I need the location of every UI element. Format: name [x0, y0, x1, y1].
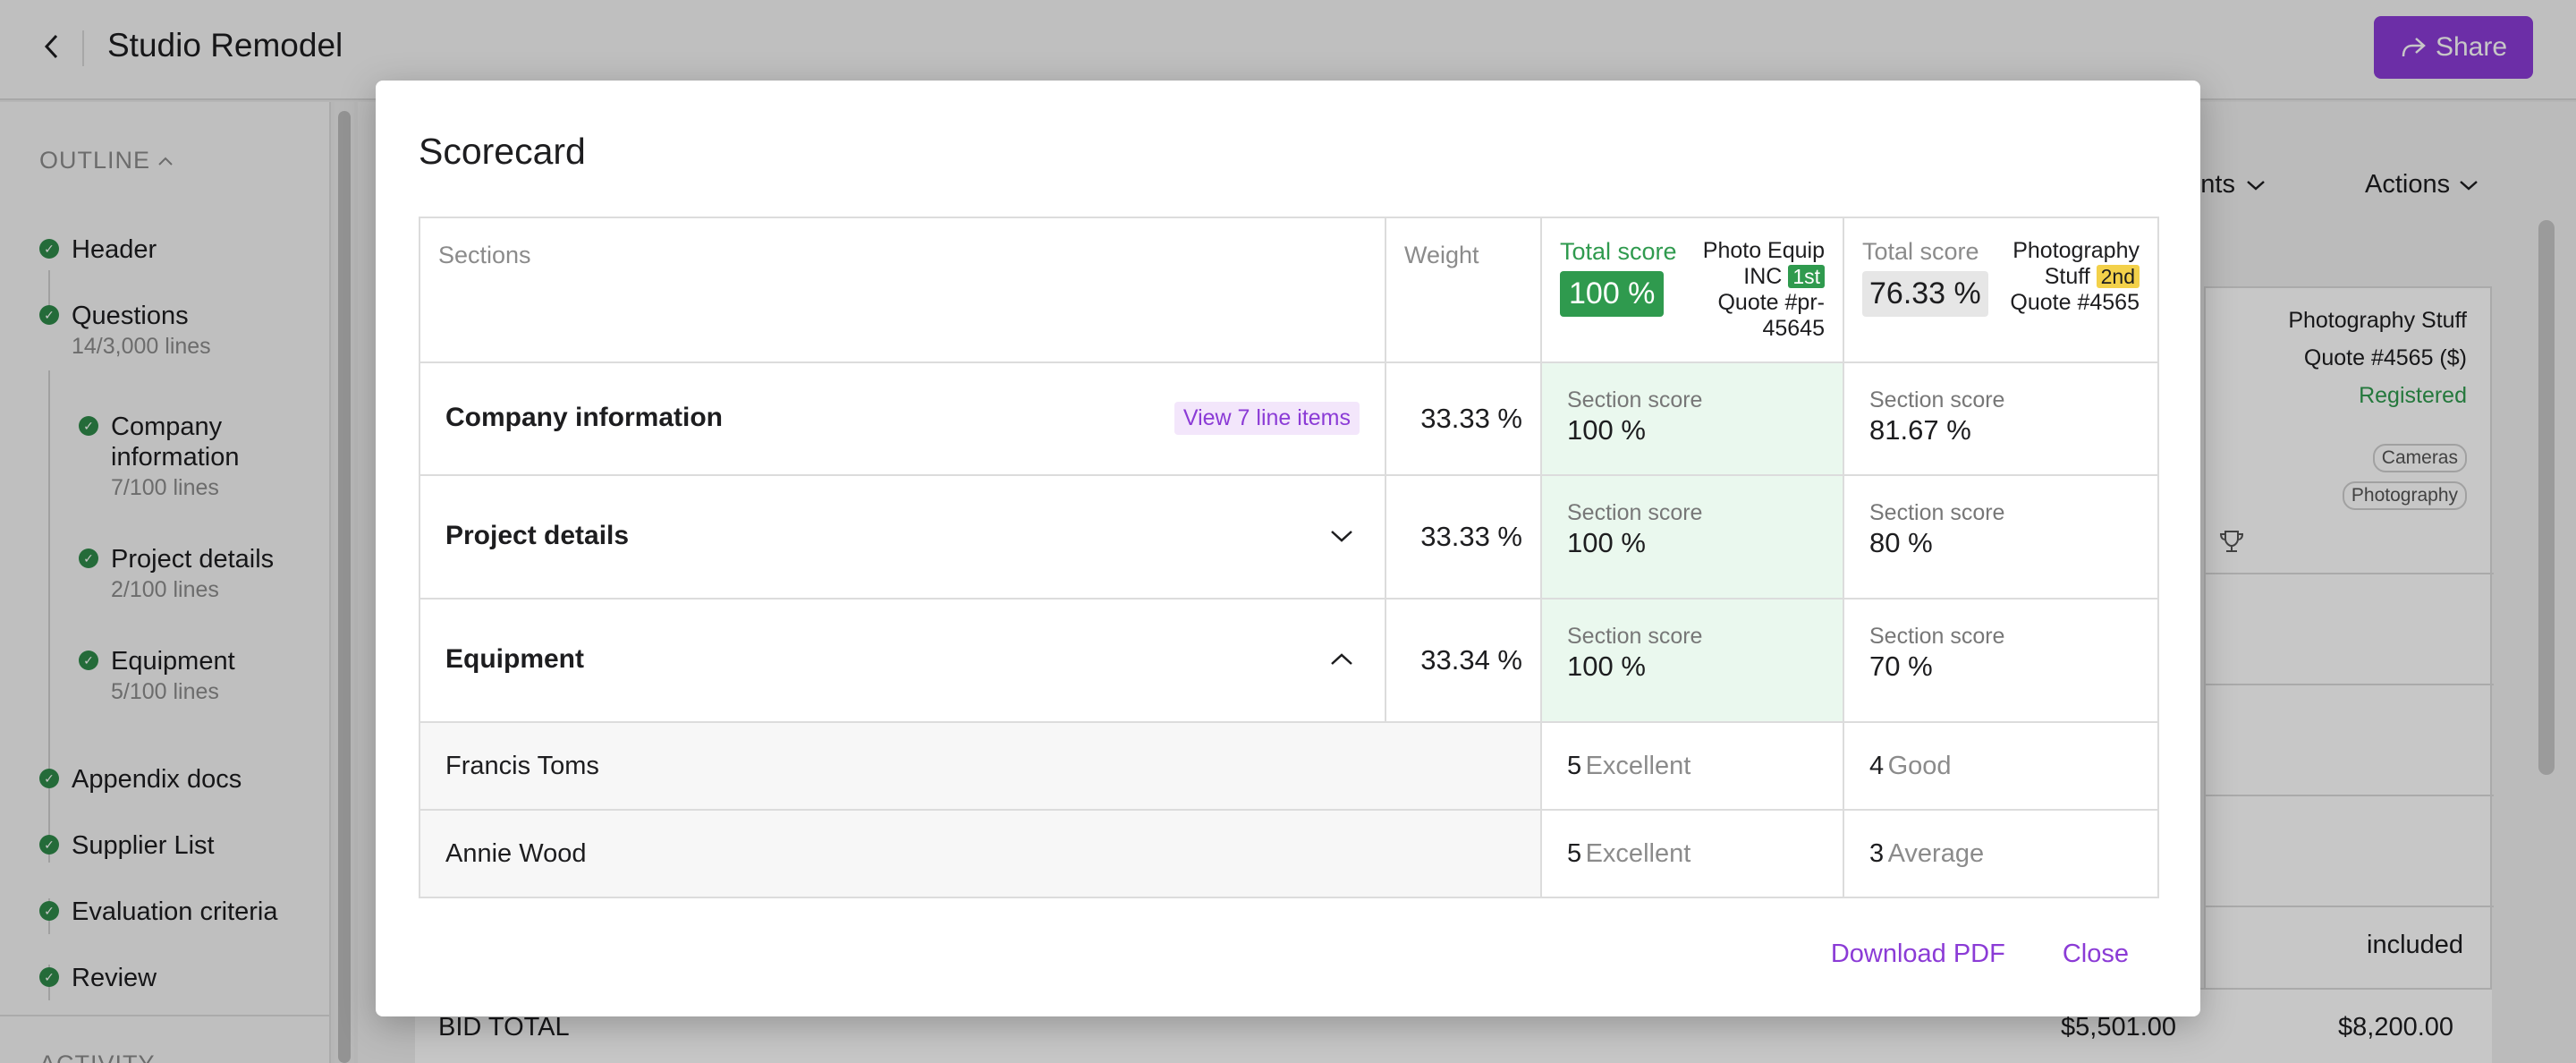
vendor-quote: Quote #4565: [2010, 290, 2140, 315]
section-score-value: 100 %: [1567, 651, 1646, 682]
column-header-weight: Weight: [1385, 217, 1542, 363]
rating-number: 5: [1567, 751, 1582, 780]
section-score-label: Section score: [1869, 624, 2005, 649]
rating-word: Excellent: [1585, 751, 1691, 780]
total-score-badge: 76.33 %: [1862, 271, 1988, 317]
section-score-cell: Section score 100 %: [1540, 361, 1844, 476]
vendor-quote: Quote #pr-45645: [1717, 290, 1825, 341]
section-score-value: 80 %: [1869, 527, 1933, 558]
weight-cell: 33.33 %: [1385, 474, 1542, 600]
weight-cell: 33.34 %: [1385, 598, 1542, 723]
section-cell: Project details: [419, 474, 1386, 600]
table-row: Project details 33.33 % Section score 10…: [419, 474, 2159, 600]
table-row: Company information View 7 line items 33…: [419, 361, 2159, 476]
table-header-row: Sections Weight Total score 100 % Photo …: [419, 217, 2159, 363]
section-name: Project details: [445, 521, 630, 550]
rating-cell: 5 Excellent: [1540, 721, 1844, 811]
section-score-cell: Section score 80 %: [1843, 474, 2159, 600]
rating-word: Good: [1887, 751, 1952, 780]
evaluator-row: Francis Toms 5 Excellent 4 Good: [419, 721, 2159, 811]
evaluator-row: Annie Wood 5 Excellent 3 Average: [419, 809, 2159, 898]
total-score-label: Total score: [1862, 238, 1979, 265]
download-pdf-button[interactable]: Download PDF: [1831, 940, 2005, 969]
weight-cell: 33.33 %: [1385, 361, 1542, 476]
section-name: Company information: [445, 403, 724, 432]
section-cell: Equipment: [419, 598, 1386, 723]
total-score-badge: 100 %: [1560, 271, 1665, 317]
section-score-label: Section score: [1869, 500, 2005, 525]
evaluator-name: Annie Wood: [419, 809, 1542, 898]
section-score-label: Section score: [1567, 500, 1703, 525]
modal-footer: Download PDF Close: [1831, 940, 2129, 969]
rank-badge: 2nd: [2096, 265, 2140, 288]
rank-badge: 1st: [1788, 265, 1825, 288]
rating-number: 5: [1567, 838, 1582, 868]
rating-word: Excellent: [1585, 838, 1691, 868]
section-score-cell: Section score 81.67 %: [1843, 361, 2159, 476]
rating-cell: 5 Excellent: [1540, 809, 1844, 898]
section-score-cell: Section score 100 %: [1540, 598, 1844, 723]
scorecard-table: Sections Weight Total score 100 % Photo …: [419, 217, 2159, 898]
sections-label: Sections: [438, 242, 531, 268]
vendor-info: Photo Equip INC 1st Quote #pr-45645: [1690, 238, 1825, 342]
total-score-label: Total score: [1560, 238, 1677, 265]
chevron-up-icon: [1331, 653, 1352, 665]
section-score-label: Section score: [1567, 624, 1703, 649]
rating-number: 3: [1869, 838, 1885, 868]
section-score-label: Section score: [1869, 387, 2005, 412]
section-score-value: 70 %: [1869, 651, 1933, 682]
scorecard-modal: Scorecard Sections Weight Total score 10…: [376, 81, 2200, 1016]
section-score-value: 100 %: [1567, 527, 1646, 558]
expand-button[interactable]: [1324, 518, 1360, 554]
view-line-items-button[interactable]: View 7 line items: [1174, 401, 1360, 435]
table-row: Equipment 33.34 % Section score 100 % Se…: [419, 598, 2159, 723]
section-score-cell: Section score 70 %: [1843, 598, 2159, 723]
rating-cell: 3 Average: [1843, 809, 2159, 898]
weight-label: Weight: [1404, 242, 1479, 268]
chevron-down-icon: [1331, 531, 1352, 542]
rating-number: 4: [1869, 751, 1885, 780]
section-name: Equipment: [445, 644, 584, 674]
section-cell: Company information View 7 line items: [419, 361, 1386, 476]
section-score-cell: Section score 100 %: [1540, 474, 1844, 600]
rating-cell: 4 Good: [1843, 721, 2159, 811]
section-score-value: 100 %: [1567, 414, 1646, 446]
section-score-label: Section score: [1567, 387, 1703, 412]
modal-title: Scorecard: [419, 131, 586, 172]
column-header-sections: Sections: [419, 217, 1386, 363]
collapse-button[interactable]: [1324, 642, 1360, 677]
column-header-vendor-2: Total score 76.33 % Photography Stuff 2n…: [1843, 217, 2159, 363]
vendor-info: Photography Stuff 2nd Quote #4565: [1996, 238, 2140, 316]
rating-word: Average: [1887, 838, 1985, 868]
section-score-value: 81.67 %: [1869, 414, 1971, 446]
column-header-vendor-1: Total score 100 % Photo Equip INC 1st Qu…: [1540, 217, 1844, 363]
evaluator-name: Francis Toms: [419, 721, 1542, 811]
close-button[interactable]: Close: [2063, 940, 2129, 969]
